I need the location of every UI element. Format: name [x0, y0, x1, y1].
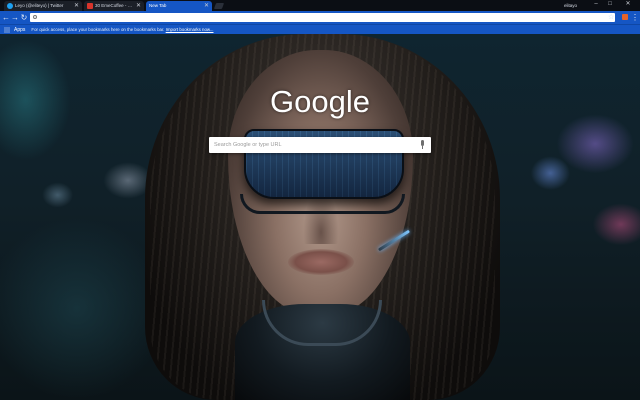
minimize-icon[interactable]: –	[590, 0, 602, 9]
apps-grid-icon[interactable]	[4, 26, 10, 33]
tab-title: New Tab	[149, 3, 167, 8]
tab-close-icon[interactable]: ✕	[136, 1, 141, 11]
ntp-search-box[interactable]	[209, 137, 431, 153]
mic-stem	[422, 146, 423, 149]
background-lips	[288, 249, 354, 275]
search-icon	[33, 15, 37, 19]
tab-close-icon[interactable]: ✕	[74, 1, 79, 11]
tab-emecoffee[interactable]: 30 EmeCoffee - Populo ✕	[84, 1, 144, 11]
bookmarks-hint-text: For quick access, place your bookmarks h…	[31, 27, 165, 32]
apps-button[interactable]: Apps	[14, 27, 25, 33]
omnibox[interactable]	[30, 13, 615, 22]
bookmarks-hint: For quick access, place your bookmarks h…	[31, 27, 213, 32]
extension-icon[interactable]	[622, 14, 628, 20]
tab-title: Leyo (@eliteyo) | Twitter	[15, 3, 64, 8]
tab-close-icon[interactable]: ✕	[204, 1, 209, 11]
toolbar: ← → ↻	[0, 11, 640, 24]
profile-name[interactable]: elitayo	[564, 1, 577, 10]
tab-strip: Leyo (@eliteyo) | Twitter ✕ 30 EmeCoffee…	[0, 0, 640, 11]
reload-icon[interactable]: ↻	[19, 11, 29, 24]
close-window-icon[interactable]: ✕	[622, 0, 634, 9]
address-input[interactable]	[40, 13, 600, 22]
tab-title: 30 EmeCoffee - Populo	[95, 3, 134, 8]
background-goggle-band	[240, 194, 405, 214]
ntp-search-input[interactable]	[214, 137, 414, 153]
menu-icon[interactable]: ⋮	[631, 11, 639, 24]
bookmarks-bar: Apps For quick access, place your bookma…	[0, 24, 640, 34]
maximize-icon[interactable]: □	[604, 0, 616, 9]
new-tab-button[interactable]	[213, 3, 225, 9]
twitter-icon	[7, 3, 13, 9]
tab-new-tab[interactable]: New Tab ✕	[146, 1, 212, 11]
import-bookmarks-link[interactable]: Import bookmarks now...	[166, 27, 214, 32]
google-logo: Google	[270, 84, 370, 119]
tab-twitter[interactable]: Leyo (@eliteyo) | Twitter ✕	[4, 1, 82, 11]
voice-search-icon[interactable]	[420, 140, 425, 150]
bookmark-star-icon[interactable]: ☆	[608, 11, 614, 24]
red-page-icon	[87, 3, 93, 9]
